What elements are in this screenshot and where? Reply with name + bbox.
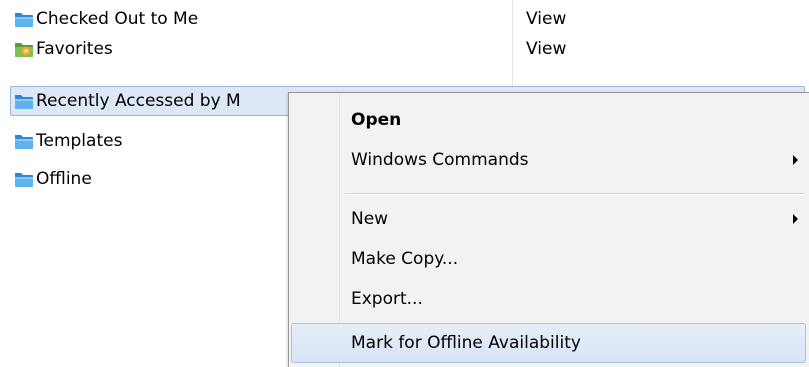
menu-item-label: Open [351,110,402,130]
blue-folder-icon [15,135,33,149]
blue-folder-icon [15,13,33,27]
menu-item-new[interactable]: New [291,199,806,239]
menu-item-mark-offline[interactable]: Mark for Offline Availability [291,323,806,363]
menu-item-windows-commands[interactable]: Windows Commands [291,140,806,180]
blue-folder-icon [15,173,33,187]
item-name: Offline [36,169,92,189]
favorites-folder-icon [15,43,33,57]
menu-item-export[interactable]: Export... [291,279,806,319]
item-name: Templates [36,131,123,151]
menu-item-label: Windows Commands [351,150,529,170]
item-name: Favorites [36,39,113,59]
menu-item-label: Mark for Offline Availability [351,333,581,353]
list-item-favorites[interactable]: Favorites View [10,34,805,64]
blue-folder-icon [15,95,33,109]
menu-item-label: Export... [351,289,423,309]
menu-item-label: Make Copy... [351,249,459,269]
submenu-arrow-icon [793,214,798,224]
menu-separator [345,193,804,195]
submenu-arrow-icon [793,155,798,165]
item-type: View [526,9,567,29]
menu-item-make-copy[interactable]: Make Copy... [291,239,806,279]
item-name: Checked Out to Me [36,9,199,29]
list-item-checked-out-to-me[interactable]: Checked Out to Me View [10,4,805,34]
menu-item-label: New [351,209,389,229]
item-name: Recently Accessed by M [36,91,241,111]
menu-item-open[interactable]: Open [291,100,806,140]
context-menu: Open Windows Commands New Make Copy... E… [288,92,809,367]
item-type: View [526,39,567,59]
